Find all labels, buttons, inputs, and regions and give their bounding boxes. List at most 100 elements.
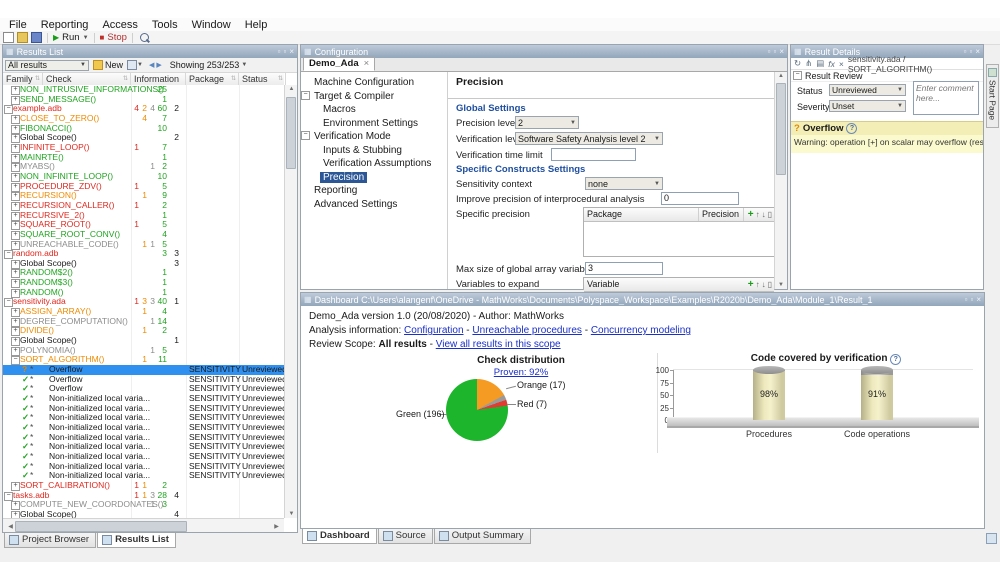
tab-project-browser[interactable]: Project Browser — [4, 533, 96, 548]
undock-icon[interactable]: ▫ — [965, 295, 968, 304]
tree-expander-icon[interactable]: + — [11, 212, 20, 221]
tree-expander-icon[interactable]: + — [11, 221, 20, 230]
menu-item-reporting[interactable]: Reporting — [34, 19, 96, 31]
config-tree-item-precision[interactable]: Precision — [301, 171, 447, 185]
sort-icon[interactable]: ⇅ — [231, 73, 236, 85]
menu-item-access[interactable]: Access — [95, 19, 144, 31]
tab-results-list[interactable]: Results List — [97, 533, 176, 548]
close-icon[interactable]: × — [289, 47, 294, 56]
tree-expander-icon[interactable]: + — [11, 154, 20, 163]
tree-expander-icon[interactable]: + — [11, 125, 20, 134]
tree-expander-icon[interactable]: − — [4, 250, 13, 259]
next-result-icon[interactable]: ▶ — [156, 61, 161, 69]
new-file-icon[interactable] — [3, 32, 14, 43]
tree-expander-icon[interactable]: + — [11, 347, 20, 356]
tree-expander-icon[interactable]: + — [11, 269, 20, 278]
tree-expander-icon[interactable]: + — [11, 511, 20, 518]
export-icon[interactable]: ↓ — [762, 210, 766, 220]
severity-select[interactable]: Unset▼ — [829, 100, 906, 112]
tree-expander-icon[interactable]: − — [301, 91, 310, 100]
max-size-input[interactable]: 3 — [585, 262, 663, 275]
tree-expander-icon[interactable]: + — [11, 501, 20, 510]
config-tree-item-reporting[interactable]: Reporting — [301, 184, 447, 198]
tree-expander-icon[interactable]: + — [11, 134, 20, 143]
column-header-package[interactable]: Package⇅ — [186, 73, 239, 85]
tree-expander-icon[interactable]: + — [11, 279, 20, 288]
call-graph-icon[interactable]: ⋔ — [805, 58, 812, 69]
tab-demo-ada[interactable]: Demo_Ada × — [303, 57, 375, 71]
link-unreachable-procedures[interactable]: Unreachable procedures — [472, 325, 582, 336]
maximize-icon[interactable]: ▫ — [773, 47, 776, 56]
tab-output-summary[interactable]: Output Summary — [434, 529, 531, 544]
tree-expander-icon[interactable]: − — [301, 131, 310, 140]
tree-expander-icon[interactable]: + — [11, 318, 20, 327]
tree-expander-icon[interactable]: + — [11, 173, 20, 182]
verification-level-select[interactable]: Software Safety Analysis level 2▼ — [515, 132, 663, 145]
results-filter-combo[interactable]: All results▼ — [5, 60, 89, 71]
clear-icon[interactable]: × — [839, 59, 844, 69]
precision-level-select[interactable]: 2▼ — [515, 116, 579, 129]
column-header-family[interactable]: Family⇅ — [3, 73, 43, 85]
sort-icon[interactable]: ⇅ — [123, 73, 128, 85]
showing-count[interactable]: Showing 253/253 — [170, 60, 240, 70]
fx-icon[interactable]: fx — [828, 59, 835, 69]
tree-expander-icon[interactable]: + — [11, 115, 20, 124]
tab-dashboard[interactable]: Dashboard — [302, 529, 377, 544]
tree-expander-icon[interactable]: + — [11, 192, 20, 201]
run-dropdown-icon[interactable]: ▼ — [83, 35, 89, 41]
maximize-icon[interactable]: ▫ — [970, 295, 973, 304]
column-variable[interactable]: Variable — [584, 278, 736, 291]
link-configuration[interactable]: Configuration — [404, 325, 463, 336]
layout-dropdown-icon[interactable]: ▼ — [137, 62, 143, 68]
tree-expander-icon[interactable]: + — [11, 327, 20, 336]
config-tree-item-macros[interactable]: Macros — [301, 103, 447, 117]
maximize-icon[interactable]: ▫ — [283, 47, 286, 56]
layout-grid-icon[interactable] — [127, 60, 137, 70]
config-tree-item-machine-configuration[interactable]: Machine Configuration — [301, 76, 447, 90]
tree-expander-icon[interactable]: + — [11, 86, 20, 95]
export-icon[interactable]: ↓ — [762, 280, 766, 290]
comment-box[interactable]: Enter comment here... — [913, 81, 979, 115]
column-header-status[interactable]: Status⇅ — [239, 73, 286, 85]
close-icon[interactable]: × — [779, 47, 784, 56]
status-select[interactable]: Unreviewed▼ — [829, 84, 906, 96]
collapse-icon[interactable]: − — [793, 71, 802, 80]
menu-item-help[interactable]: Help — [238, 19, 275, 31]
new-button[interactable]: New — [105, 60, 123, 70]
link-concurrency-modeling[interactable]: Concurrency modeling — [591, 325, 691, 336]
help-icon[interactable]: ? — [890, 354, 901, 365]
tree-expander-icon[interactable]: + — [11, 308, 20, 317]
import-icon[interactable]: ↑ — [756, 280, 760, 290]
stop-button[interactable]: Stop — [107, 32, 127, 43]
config-tree-item-inputs-stubbing[interactable]: Inputs & Stubbing — [301, 144, 447, 158]
menu-item-window[interactable]: Window — [185, 19, 238, 31]
column-precision[interactable]: Precision — [699, 208, 744, 221]
config-tree-item-advanced-settings[interactable]: Advanced Settings — [301, 198, 447, 212]
open-icon[interactable] — [17, 32, 28, 43]
sort-icon[interactable]: ⇅ — [278, 73, 283, 85]
column-header-check[interactable]: Check⇅ — [43, 73, 131, 85]
add-row-icon[interactable]: + — [748, 210, 754, 220]
tab-close-icon[interactable]: × — [364, 58, 370, 69]
tree-expander-icon[interactable]: − — [4, 492, 13, 501]
tab-start-page[interactable]: Start Page — [986, 64, 999, 128]
config-tree-item-verification-mode[interactable]: −Verification Mode — [301, 130, 447, 144]
variables-expand-table[interactable]: Variable + ↑ ↓ ▯ — [583, 277, 775, 290]
tree-expander-icon[interactable]: + — [11, 202, 20, 211]
proven-link[interactable]: Proven: 92% — [421, 367, 621, 378]
showing-dropdown-icon[interactable]: ▼ — [241, 62, 247, 68]
results-vertical-scrollbar[interactable]: ▲ ▼ — [284, 85, 297, 518]
tree-expander-icon[interactable]: + — [11, 260, 20, 269]
sort-icon[interactable]: ⇅ — [35, 73, 40, 85]
menu-item-tools[interactable]: Tools — [145, 19, 185, 31]
column-package[interactable]: Package — [584, 208, 699, 221]
tree-expander-icon[interactable]: + — [11, 183, 20, 192]
config-tree-item-target-compiler[interactable]: −Target & Compiler — [301, 90, 447, 104]
tree-row[interactable]: +Global Scope()4 — [3, 510, 284, 518]
results-horizontal-scrollbar[interactable]: ◀ ▶ — [3, 518, 284, 532]
tab-source[interactable]: Source — [378, 529, 433, 544]
search-icon[interactable] — [140, 33, 149, 42]
tree-expander-icon[interactable]: + — [11, 144, 20, 153]
tree-expander-icon[interactable]: + — [11, 231, 20, 240]
tree-expander-icon[interactable]: + — [11, 163, 20, 172]
